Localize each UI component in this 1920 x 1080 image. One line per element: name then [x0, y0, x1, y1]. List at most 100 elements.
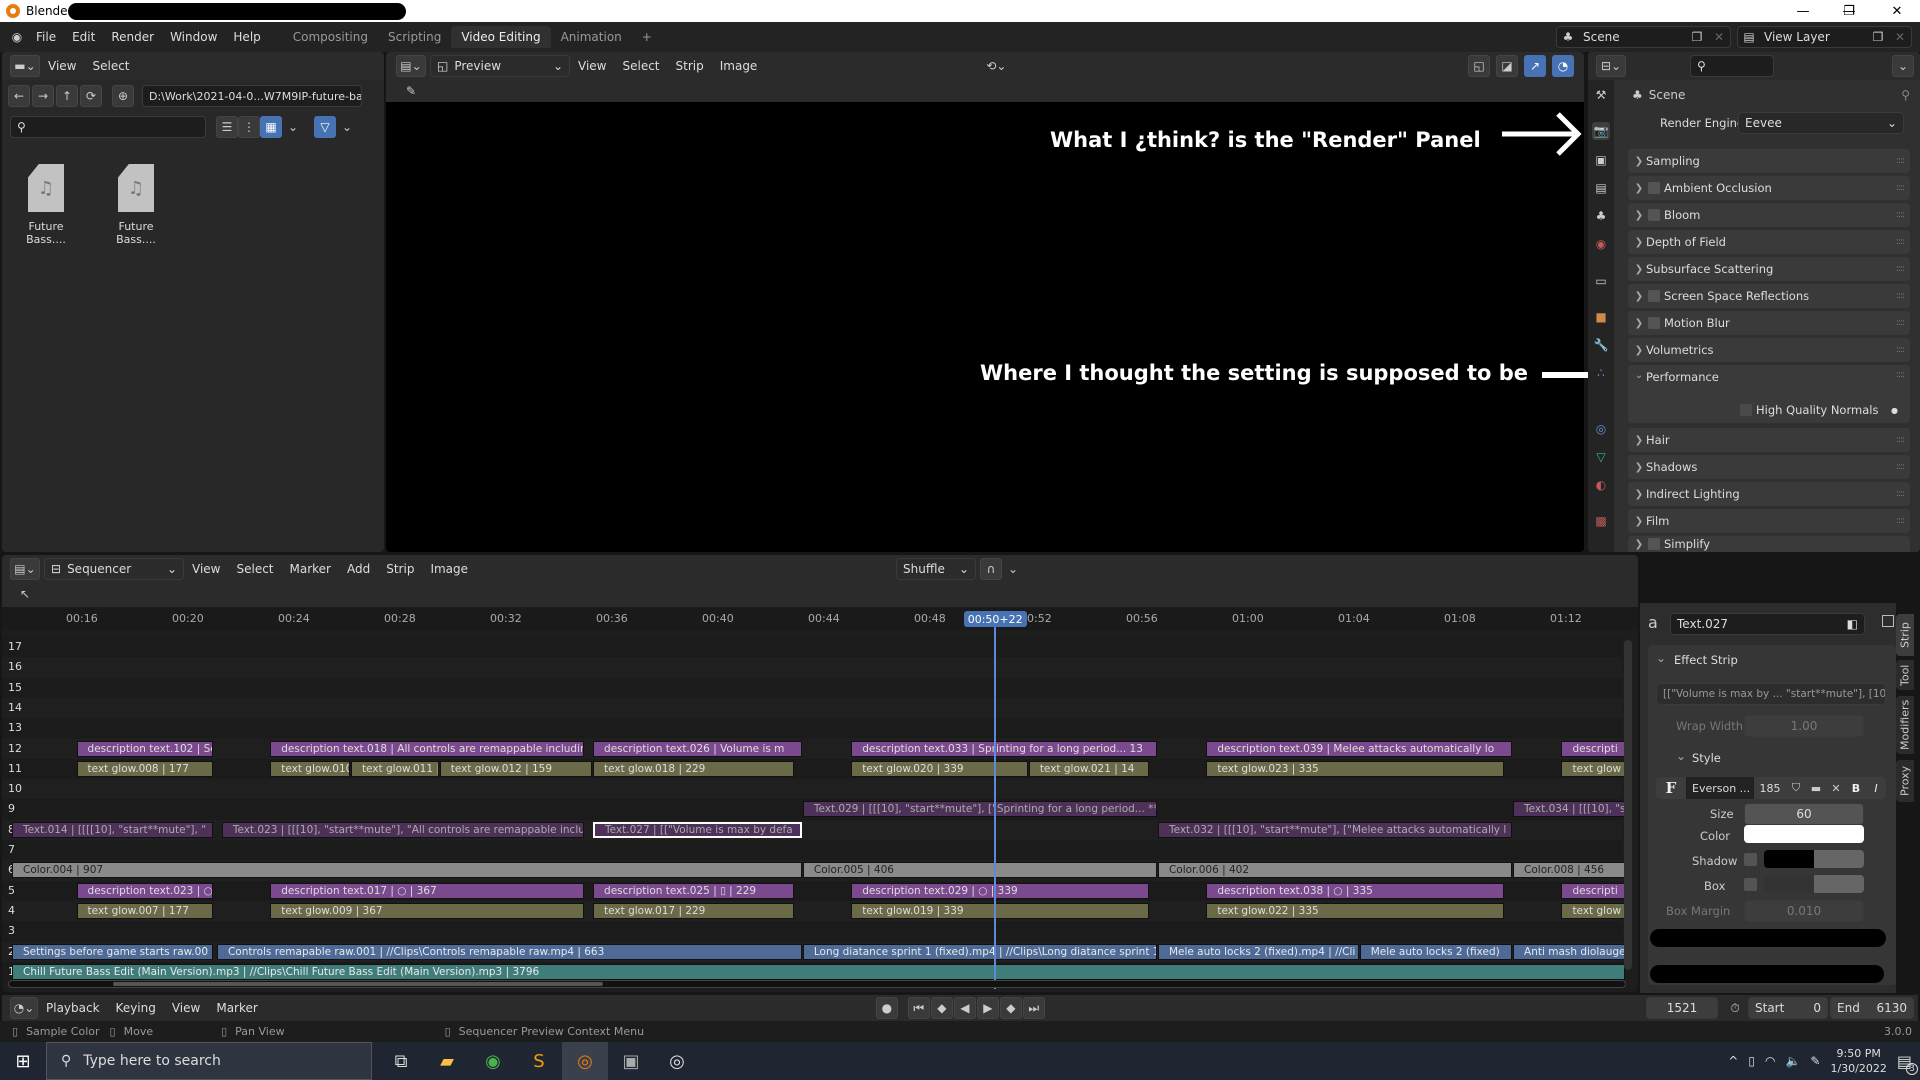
- preview-menu-strip[interactable]: Strip: [668, 59, 712, 73]
- sequencer-preview[interactable]: ▤⌄ ◱ Preview ⌄ View Select Strip Image ⟲…: [386, 52, 1584, 552]
- sequencer-strip[interactable]: Settings before game starts raw.00: [12, 943, 213, 960]
- seq-menu-marker[interactable]: Marker: [282, 562, 339, 576]
- current-frame-field[interactable]: 1521: [1646, 997, 1718, 1019]
- simplify-checkbox[interactable]: [1648, 538, 1660, 550]
- style-panel[interactable]: Style: [1692, 751, 1721, 765]
- menu-help[interactable]: Help: [225, 30, 268, 44]
- scene-selector[interactable]: ♣ Scene ❐ ✕: [1556, 26, 1731, 48]
- horizontal-list-icon[interactable]: ⋮: [238, 116, 260, 138]
- output-tab-icon[interactable]: ▣: [1592, 151, 1610, 169]
- pin-icon[interactable]: ⚲: [1901, 88, 1910, 102]
- sequencer-strip[interactable]: descripti: [1561, 882, 1625, 899]
- size-field[interactable]: 60: [1744, 803, 1864, 825]
- compass-app-icon[interactable]: ◎: [654, 1042, 700, 1080]
- play-reverse-icon[interactable]: ◀: [953, 997, 976, 1019]
- camera-icon[interactable]: ▯: [1748, 1054, 1755, 1068]
- panel-shadows[interactable]: ❯ Shadows::::: [1628, 455, 1910, 479]
- texture-tab-icon[interactable]: ▩: [1592, 512, 1610, 530]
- wifi-icon[interactable]: ◠: [1765, 1054, 1775, 1068]
- sequencer-strip[interactable]: text glow: [1561, 902, 1625, 919]
- jump-end-icon[interactable]: ⏭: [1022, 997, 1045, 1019]
- italic-icon[interactable]: I: [1866, 782, 1886, 795]
- timeline-menu-playback[interactable]: Playback: [38, 1001, 108, 1015]
- seq-menu-image[interactable]: Image: [422, 562, 476, 576]
- sequencer-strip[interactable]: text glow.020 | 339: [851, 760, 1028, 777]
- tab-strip[interactable]: Strip: [1896, 614, 1914, 656]
- search-input[interactable]: ⚲: [10, 116, 206, 138]
- tab-compositing[interactable]: Compositing: [283, 26, 378, 48]
- menu-render[interactable]: Render: [103, 30, 162, 44]
- preview-editor-type-icon[interactable]: ▤⌄: [396, 55, 426, 77]
- jump-start-icon[interactable]: ⏮: [907, 997, 930, 1019]
- select-tool-icon[interactable]: ↖: [14, 583, 36, 605]
- refresh-icon[interactable]: ⟳: [80, 85, 102, 107]
- preview-menu-image[interactable]: Image: [712, 59, 766, 73]
- box-color-swatch[interactable]: [1764, 875, 1864, 893]
- chrome-icon[interactable]: ◉: [470, 1042, 516, 1080]
- new-folder-icon[interactable]: ⊕: [112, 85, 134, 107]
- wrap-width-field[interactable]: 1.00: [1744, 715, 1864, 737]
- seq-menu-add[interactable]: Add: [339, 562, 378, 576]
- drag-handle-icon[interactable]: ::::: [1896, 156, 1905, 166]
- animate-property-icon[interactable]: ●: [1891, 406, 1898, 415]
- sequencer-strip[interactable]: Text.014 | [[[[10], "start**mute"], ": [12, 821, 213, 838]
- scrollbar-thumb[interactable]: [113, 982, 603, 986]
- sequencer-strip[interactable]: descripti: [1561, 740, 1625, 757]
- panel-subsurface-scattering[interactable]: ❯ Subsurface Scattering::::: [1628, 257, 1910, 281]
- panel-depth-of-field[interactable]: ❯ Depth of Field::::: [1628, 230, 1910, 254]
- open-font-icon[interactable]: ▬: [1806, 782, 1826, 795]
- tab-modifiers[interactable]: Modifiers: [1896, 696, 1914, 754]
- preview-menu-select[interactable]: Select: [614, 59, 667, 73]
- start-frame-field[interactable]: Start 0: [1748, 997, 1828, 1019]
- sequencer-strip[interactable]: Mele auto locks 2 (fixed): [1359, 943, 1513, 960]
- sequencer-strip[interactable]: description text.102 | Set: [76, 740, 213, 757]
- data-tab-icon[interactable]: ▽: [1592, 448, 1610, 466]
- sequencer-strip[interactable]: text glow.012 | 159: [439, 760, 593, 777]
- collapsed-panel[interactable]: [1650, 965, 1884, 983]
- prev-keyframe-icon[interactable]: ◆: [930, 997, 953, 1019]
- play-icon[interactable]: ▶: [976, 997, 999, 1019]
- filter-options-chevron-icon[interactable]: ⌄: [336, 116, 358, 138]
- horizontal-scrollbar[interactable]: [8, 980, 1626, 988]
- close-button[interactable]: ✕: [1874, 0, 1920, 22]
- editor-type-icon[interactable]: ▬⌄: [10, 55, 40, 77]
- next-keyframe-icon[interactable]: ◆: [999, 997, 1022, 1019]
- minimize-button[interactable]: —: [1780, 0, 1826, 22]
- unlink-font-icon[interactable]: ✕: [1826, 782, 1846, 795]
- eyedropper-icon[interactable]: ✎: [400, 80, 422, 102]
- file-item[interactable]: ♫ Future Bass....: [102, 164, 170, 246]
- preview-menu-view[interactable]: View: [570, 59, 614, 73]
- sequencer-strip[interactable]: description text.029 | ○ | 339: [851, 882, 1149, 899]
- file-item[interactable]: ♫ Future Bass....: [12, 164, 80, 246]
- timeline-menu-marker[interactable]: Marker: [208, 1001, 265, 1015]
- bold-icon[interactable]: B: [1846, 782, 1866, 795]
- sequencer-strip[interactable]: text glow.018 | 229: [593, 760, 794, 777]
- panel-indirect-lighting[interactable]: ❯ Indirect Lighting::::: [1628, 482, 1910, 506]
- box-checkbox[interactable]: [1744, 878, 1757, 891]
- panel-simplify[interactable]: ❯ Simplify: [1628, 536, 1910, 552]
- panel-motion-blur[interactable]: ❯ Motion Blur::::: [1628, 311, 1910, 335]
- box-margin-field[interactable]: 0.010: [1744, 900, 1864, 922]
- sequencer-strip[interactable]: Color.008 | 456: [1513, 862, 1625, 879]
- sequencer-strip[interactable]: Text.023 | [[[10], "start**mute"], "All …: [221, 821, 584, 838]
- sequencer-strip[interactable]: Long diatance sprint 1 (fixed).mp4 | //C…: [802, 943, 1157, 960]
- back-icon[interactable]: ←: [8, 85, 30, 107]
- collection-tab-icon[interactable]: ▭: [1592, 272, 1610, 290]
- panel-screen-space-reflections[interactable]: ❯ Screen Space Reflections::::: [1628, 284, 1910, 308]
- blender-menu-icon[interactable]: ◉: [6, 26, 28, 48]
- windows-start-icon[interactable]: ⊞: [0, 1042, 46, 1080]
- drag-handle-icon[interactable]: ::::: [1896, 489, 1905, 499]
- vertical-scrollbar[interactable]: [1624, 640, 1632, 970]
- panel-film[interactable]: ❯ Film::::: [1628, 509, 1910, 533]
- overlay-icon[interactable]: ◔: [1552, 55, 1574, 77]
- mute-strip-checkbox[interactable]: [1882, 615, 1894, 627]
- object-tab-icon[interactable]: ■: [1592, 308, 1610, 326]
- file-explorer-icon[interactable]: ▰: [424, 1042, 470, 1080]
- drag-handle-icon[interactable]: ::::: [1896, 183, 1905, 193]
- channel-row[interactable]: [2, 677, 1622, 698]
- panel-performance[interactable]: ⌄ Performance:::: High Quality Normals ●: [1628, 365, 1910, 423]
- sequencer-strip[interactable]: text glow.022 | 335: [1206, 902, 1504, 919]
- copy-scene-icon[interactable]: ❐: [1686, 26, 1708, 48]
- channel-row[interactable]: [2, 697, 1622, 719]
- panel-volumetrics[interactable]: ❯ Volumetrics::::: [1628, 338, 1910, 362]
